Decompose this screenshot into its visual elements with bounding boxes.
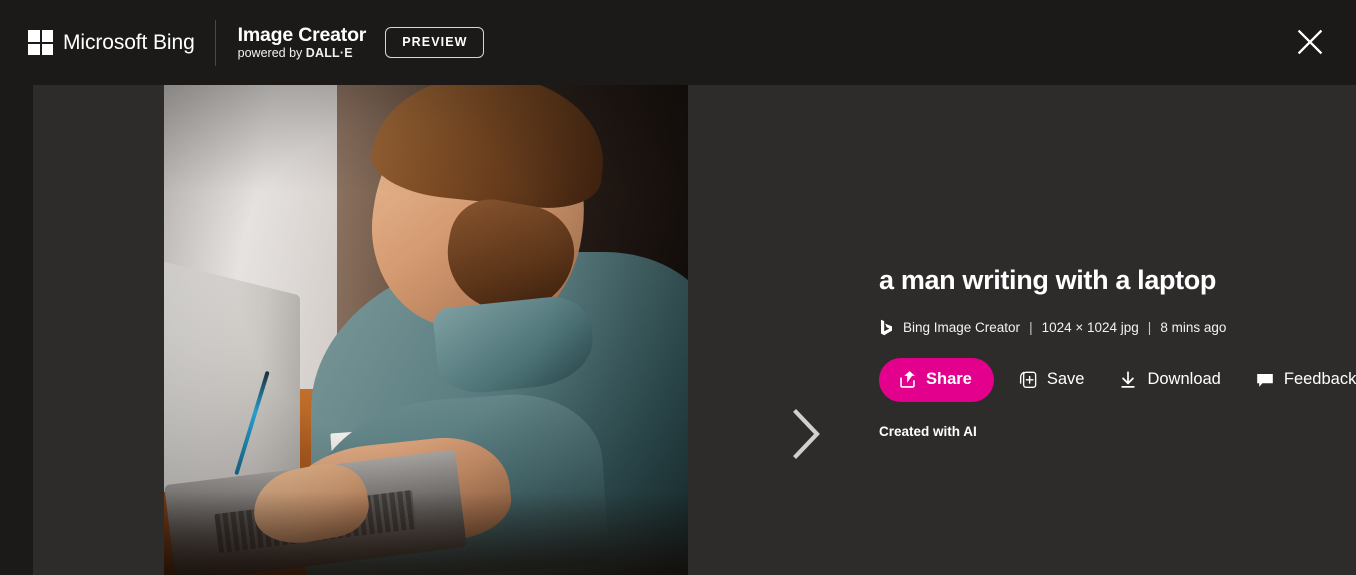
product-subtitle-brand: DALL·E <box>305 45 353 60</box>
image-actions: Share Save Download Feedback <box>879 357 1356 402</box>
download-icon <box>1118 370 1138 390</box>
bing-b-icon <box>879 319 894 336</box>
brand-name: Microsoft Bing <box>63 30 195 54</box>
product-subtitle: powered by DALL·E <box>237 45 367 61</box>
share-button-label: Share <box>926 370 972 389</box>
image-details-panel: a man writing with a laptop Bing Image C… <box>879 265 1356 439</box>
product-subtitle-prefix: powered by <box>237 45 306 60</box>
image-vignette <box>164 85 688 575</box>
generated-image[interactable] <box>164 85 688 575</box>
image-metadata: Bing Image Creator | 1024 × 1024 jpg | 8… <box>879 319 1349 336</box>
close-icon <box>1296 28 1324 56</box>
next-image-button[interactable] <box>775 403 837 465</box>
microsoft-squares-icon <box>28 30 53 55</box>
preview-badge[interactable]: PREVIEW <box>385 27 484 58</box>
header-divider <box>214 19 216 66</box>
metadata-separator-1: | <box>1029 319 1033 335</box>
save-button-label: Save <box>1046 370 1085 389</box>
close-button[interactable] <box>1288 20 1332 64</box>
image-source: Bing Image Creator <box>903 319 1021 335</box>
image-dimensions: 1024 × 1024 jpg <box>1041 319 1139 335</box>
brand-block: Microsoft Bing Image Creator powered by … <box>0 19 484 66</box>
created-with-ai-note: Created with AI <box>879 423 977 439</box>
save-button[interactable]: Save <box>1008 358 1095 402</box>
feedback-button[interactable]: Feedback <box>1245 358 1356 402</box>
download-button[interactable]: Download <box>1108 358 1230 402</box>
share-icon <box>898 370 917 389</box>
generated-image-stage[interactable] <box>164 85 688 575</box>
app-header: Microsoft Bing Image Creator powered by … <box>0 0 1356 85</box>
feedback-comment-icon <box>1255 370 1275 390</box>
product-branding: Image Creator powered by DALL·E <box>237 23 367 61</box>
image-title: a man writing with a laptop <box>879 265 1217 295</box>
share-button[interactable]: Share <box>879 357 994 402</box>
download-button-label: Download <box>1147 370 1221 389</box>
feedback-button-label: Feedback <box>1283 370 1356 389</box>
metadata-separator-2: | <box>1147 319 1152 335</box>
product-title: Image Creator <box>237 23 367 46</box>
content-panel: a man writing with a laptop Bing Image C… <box>33 85 1356 575</box>
image-timestamp: 8 mins ago <box>1160 319 1227 335</box>
save-collection-icon <box>1018 370 1038 390</box>
chevron-right-icon <box>789 407 823 461</box>
